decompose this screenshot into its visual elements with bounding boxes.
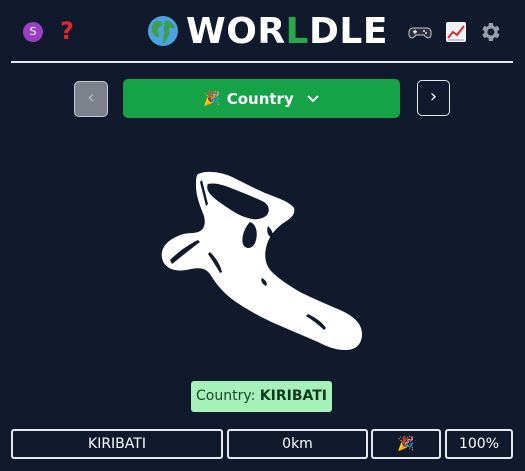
previous-button[interactable]: ‹: [74, 81, 108, 117]
header-divider: [11, 61, 513, 63]
stats-chart-icon[interactable]: [444, 20, 468, 44]
country-outline-map: [161, 171, 362, 350]
next-button[interactable]: ›: [417, 80, 450, 116]
answer-badge: Country: KIRIBATI: [191, 381, 332, 412]
globe-icon: [148, 16, 178, 46]
chevron-down-icon: [307, 94, 319, 102]
answer-prefix: Country:: [196, 388, 260, 404]
guess-distance-cell: 0km: [227, 429, 368, 459]
party-popper-icon: 🎉: [397, 436, 415, 452]
guess-proximity-cell: 100%: [445, 429, 513, 459]
avatar-s-icon[interactable]: S: [23, 22, 43, 42]
guess-country-cell: KIRIBATI: [11, 429, 223, 459]
app-title: WORLDLE: [186, 11, 388, 52]
gear-icon[interactable]: [478, 20, 502, 44]
mode-label: Country: [226, 89, 294, 108]
party-popper-icon: 🎉: [203, 90, 221, 107]
answer-value: KIRIBATI: [259, 388, 327, 404]
header: S ? WORLDLE: [0, 0, 525, 64]
gamepad-icon[interactable]: [408, 20, 432, 44]
mode-dropdown-button[interactable]: 🎉 Country: [123, 79, 400, 118]
help-icon[interactable]: ?: [56, 16, 78, 46]
guess-direction-cell: 🎉: [371, 429, 441, 459]
